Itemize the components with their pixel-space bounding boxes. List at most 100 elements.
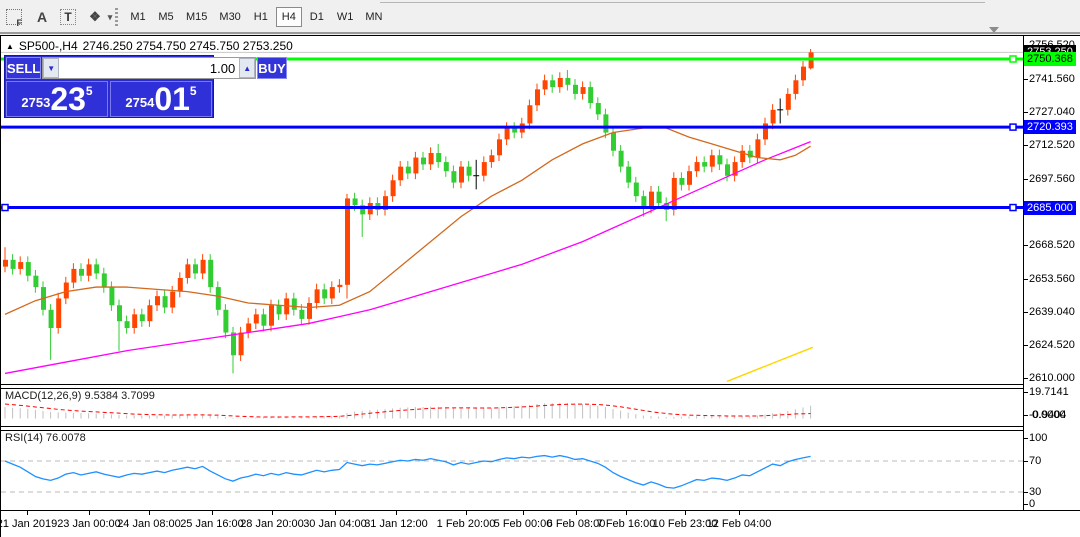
hline-anchor[interactable]: [1010, 205, 1016, 211]
sell-button[interactable]: SELL: [6, 57, 41, 79]
candle-body: [482, 162, 487, 176]
candle-body: [611, 133, 616, 151]
candle-body: [619, 151, 624, 167]
sell-price-button[interactable]: 2753 23 5: [6, 81, 108, 117]
symbol-period-label: SP500-,H4: [19, 39, 78, 53]
price-tick-label: 2712.520: [1029, 139, 1075, 151]
hline-anchor[interactable]: [1010, 124, 1016, 130]
volume-input[interactable]: [59, 58, 239, 78]
price-tick-label: 2741.560: [1029, 73, 1075, 85]
candle-body: [467, 167, 472, 176]
timeframe-button-m30[interactable]: M30: [214, 7, 245, 27]
time-axis-tick: [27, 511, 28, 515]
candle-body: [117, 305, 122, 321]
chart-window-icon[interactable]: F: [3, 6, 25, 28]
chart-title: ▲ SP500-,H4 2746.250 2754.750 2745.750 2…: [6, 39, 293, 53]
candle-body: [603, 114, 608, 132]
toolbar-grip[interactable]: [115, 8, 118, 26]
candle-body: [307, 303, 312, 319]
candle-body: [489, 155, 494, 162]
price-axis-tick: [1024, 79, 1028, 80]
text-label-icon[interactable]: T: [57, 6, 79, 28]
time-axis-tick: [466, 511, 467, 515]
hline-price-label: 2750.368: [1024, 52, 1076, 66]
time-tick-label: 24 Jan 08:00: [117, 518, 181, 530]
candle-body: [216, 287, 221, 310]
candle-body: [299, 310, 304, 319]
candle-body: [406, 167, 411, 174]
candle-body: [717, 155, 722, 164]
timeframe-button-d1[interactable]: D1: [304, 7, 330, 27]
price-axis-tick: [1024, 392, 1028, 393]
volume-increase-icon[interactable]: ▲: [239, 58, 255, 78]
candle-body: [125, 321, 130, 328]
timeframe-button-h1[interactable]: H1: [248, 7, 274, 27]
rsi-line: [5, 456, 811, 489]
buy-button[interactable]: BUY: [257, 57, 286, 79]
candle-body: [109, 287, 114, 305]
toolbar: F A T ❖ ▾ M1M5M15M30H1H4D1W1MN: [0, 0, 1080, 34]
candle-body: [429, 153, 434, 164]
gold-trendline[interactable]: [727, 347, 813, 381]
candle-body: [786, 94, 791, 110]
rsi-scale-label-30: 30: [1029, 486, 1041, 498]
fast-ma-line[interactable]: [5, 128, 811, 314]
candle-body: [79, 269, 84, 276]
chart-window[interactable]: ▲ SP500-,H4 2746.250 2754.750 2745.750 2…: [0, 35, 1080, 537]
candle-body: [223, 310, 228, 333]
candle-body: [801, 67, 806, 81]
candle-body: [527, 105, 532, 123]
price-axis-tick: [1024, 504, 1028, 505]
candle-body: [163, 296, 168, 307]
candle-body: [672, 178, 677, 210]
volume-decrease-icon[interactable]: ▼: [43, 58, 59, 78]
candle-body: [201, 260, 206, 274]
timeframe-button-h4[interactable]: H4: [276, 7, 302, 27]
collapse-panel-icon[interactable]: ▲: [6, 42, 14, 51]
candle-body: [558, 78, 563, 87]
candle-body: [771, 110, 776, 124]
timeframe-button-m15[interactable]: M15: [181, 7, 212, 27]
time-tick-label: 23 Jan 00:00: [57, 518, 121, 530]
hline-anchor[interactable]: [1010, 56, 1016, 62]
rsi-scale-label-0: 0: [1029, 498, 1035, 510]
chart-shift-marker-icon[interactable]: [989, 27, 999, 33]
rsi-indicator-label: RSI(14) 76.0078: [5, 432, 86, 444]
price-axis-tick: [1024, 179, 1028, 180]
timeframe-button-w1[interactable]: W1: [332, 7, 359, 27]
time-axis-tick: [396, 511, 397, 515]
candle-body: [588, 87, 593, 103]
candle-body: [649, 192, 654, 208]
candle-body: [710, 155, 715, 166]
candle-body: [330, 287, 335, 298]
price-tick-label: 2697.560: [1029, 173, 1075, 185]
text-a-icon[interactable]: A: [31, 6, 53, 28]
timeframe-button-mn[interactable]: MN: [360, 7, 387, 27]
price-tick-label: 2668.520: [1029, 239, 1075, 251]
price-axis[interactable]: 2756.5202741.5602727.0402712.5202697.560…: [1023, 36, 1080, 510]
time-axis[interactable]: 21 Jan 201923 Jan 00:0024 Jan 08:0025 Ja…: [1, 510, 1080, 537]
price-axis-tick: [1024, 378, 1028, 379]
rsi-pane: [1, 456, 1023, 492]
candle-body: [94, 264, 99, 273]
arrow-tools-icon[interactable]: ❖: [84, 6, 106, 28]
candle-body: [398, 167, 403, 181]
hline-anchor[interactable]: [2, 205, 8, 211]
timeframe-button-m1[interactable]: M1: [125, 7, 151, 27]
time-tick-label: 28 Jan 20:00: [240, 518, 304, 530]
timeframe-button-m5[interactable]: M5: [153, 7, 179, 27]
candle-body: [581, 87, 586, 94]
candle-body: [277, 305, 282, 314]
buy-price-button[interactable]: 2754 01 5: [110, 81, 212, 117]
buy-price-big: 01: [154, 84, 190, 114]
time-axis-tick: [523, 511, 524, 515]
price-tick-label: 2610.000: [1029, 372, 1075, 384]
buy-price-sup: 5: [190, 84, 197, 98]
candle-body: [451, 171, 456, 182]
price-axis-tick: [1024, 461, 1028, 462]
candle-body: [193, 264, 198, 273]
candle-body: [695, 162, 700, 171]
candle-body: [239, 333, 244, 356]
price-axis-tick: [1024, 112, 1028, 113]
candle-body: [246, 323, 251, 332]
